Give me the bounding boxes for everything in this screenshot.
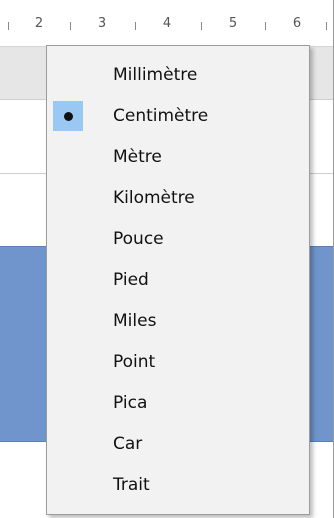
menu-item-metre[interactable]: Mètre	[47, 137, 309, 177]
ruler-tick	[201, 22, 202, 30]
menu-item-kilometre[interactable]: Kilomètre	[47, 178, 309, 218]
menu-item-miles[interactable]: Miles	[47, 301, 309, 341]
check-area	[53, 183, 83, 213]
horizontal-ruler: 2 3 4 5 6	[0, 0, 334, 46]
menu-item-label: Miles	[113, 311, 157, 331]
check-area	[53, 470, 83, 500]
check-area	[53, 265, 83, 295]
ruler-tick	[8, 22, 9, 30]
menu-item-label: Trait	[113, 475, 150, 495]
menu-item-centimetre[interactable]: Centimètre	[47, 96, 309, 136]
check-area	[53, 306, 83, 336]
menu-item-pied[interactable]: Pied	[47, 260, 309, 300]
menu-item-label: Point	[113, 352, 156, 372]
check-area	[53, 429, 83, 459]
menu-item-point[interactable]: Point	[47, 342, 309, 382]
check-area	[53, 388, 83, 418]
check-area	[53, 224, 83, 254]
menu-item-label: Millimètre	[113, 65, 198, 85]
menu-item-label: Mètre	[113, 147, 162, 167]
check-area	[53, 101, 83, 131]
ruler-tick	[135, 22, 136, 30]
menu-item-millimetre[interactable]: Millimètre	[47, 55, 309, 95]
ruler-tick	[326, 22, 327, 30]
ruler-label-6: 6	[292, 16, 302, 31]
ruler-tick	[265, 22, 266, 30]
menu-item-car[interactable]: Car	[47, 424, 309, 464]
menu-item-pica[interactable]: Pica	[47, 383, 309, 423]
menu-item-label: Kilomètre	[113, 188, 195, 208]
check-area	[53, 60, 83, 90]
check-area	[53, 142, 83, 172]
menu-item-label: Car	[113, 434, 143, 454]
radio-bullet-icon	[63, 111, 73, 121]
ruler-tick	[70, 22, 71, 30]
ruler-label-3: 3	[97, 16, 107, 31]
unit-dropdown-menu: Millimètre Centimètre Mètre Kilomètre Po…	[46, 45, 310, 515]
menu-item-pouce[interactable]: Pouce	[47, 219, 309, 259]
ruler-label-5: 5	[228, 16, 238, 31]
ruler-label-4: 4	[162, 16, 172, 31]
menu-item-label: Pica	[113, 393, 148, 413]
menu-item-label: Pied	[113, 270, 149, 290]
menu-item-label: Centimètre	[113, 106, 209, 126]
ruler-label-2: 2	[34, 16, 44, 31]
menu-item-trait[interactable]: Trait	[47, 465, 309, 505]
menu-item-label: Pouce	[113, 229, 164, 249]
check-area	[53, 347, 83, 377]
